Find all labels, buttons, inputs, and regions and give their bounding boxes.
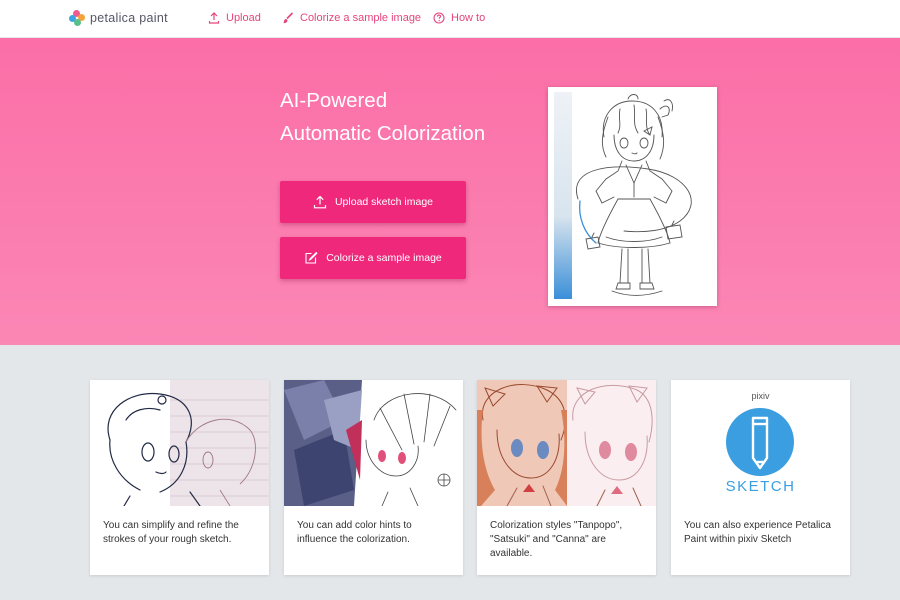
- pixiv-label: pixiv: [751, 391, 770, 401]
- feature-text-pixiv-sketch: You can also experience Petalica Paint w…: [684, 520, 831, 545]
- upload-sketch-label: Upload sketch image: [334, 196, 434, 208]
- feature-image-styles: [477, 380, 656, 506]
- nav-howto-link[interactable]: How to: [433, 10, 485, 26]
- help-circle-icon: [433, 12, 445, 24]
- color-hints-illustration: [284, 380, 463, 506]
- feature-text-simplify: You can simplify and refine the strokes …: [103, 520, 239, 545]
- hero-section: AI-Powered Automatic Colorization Upload…: [0, 38, 900, 345]
- sketch-illustration: [554, 92, 692, 299]
- nav-howto-label: How to: [451, 12, 486, 24]
- colorize-sample-button[interactable]: Colorize a sample image: [280, 237, 466, 279]
- logo-text: petalica paint: [90, 11, 168, 25]
- brush-icon: [283, 12, 294, 24]
- nav-upload-link[interactable]: Upload: [208, 10, 261, 26]
- feature-card-simplify[interactable]: You can simplify and refine the strokes …: [90, 380, 269, 575]
- feature-image-color-hints: [284, 380, 463, 506]
- petal-logo-icon: [69, 10, 85, 26]
- feature-text-styles: Colorization styles "Tanpopo", "Satsuki"…: [490, 520, 623, 559]
- upload-sketch-button[interactable]: Upload sketch image: [280, 181, 466, 223]
- hero-title: AI-Powered Automatic Colorization: [280, 84, 485, 150]
- pixiv-sketch-logo: pixiv SKETCH: [671, 380, 850, 506]
- hero-title-line1: AI-Powered: [280, 89, 388, 112]
- logo[interactable]: petalica paint: [69, 8, 168, 28]
- feature-text-color-hints: You can add color hints to influence the…: [297, 520, 412, 545]
- hero-title-line2: Automatic Colorization: [280, 122, 486, 145]
- colorize-sample-label: Colorize a sample image: [326, 252, 442, 264]
- feature-image-simplify: [90, 380, 269, 506]
- nav-upload-label: Upload: [226, 12, 261, 24]
- upload-icon: [208, 12, 220, 24]
- feature-card-color-hints[interactable]: You can add color hints to influence the…: [284, 380, 463, 575]
- feature-card-styles[interactable]: Colorization styles "Tanpopo", "Satsuki"…: [477, 380, 656, 575]
- sketch-label: SKETCH: [725, 478, 796, 495]
- feature-card-pixiv-sketch[interactable]: pixiv SKETCH You can also experience Pet…: [671, 380, 850, 575]
- colorization-styles-illustration: [477, 380, 656, 506]
- sample-sketch-preview: [548, 87, 717, 306]
- nav-colorize-sample-link[interactable]: Colorize a sample image: [282, 10, 421, 26]
- edit-icon: [305, 251, 318, 264]
- upload-icon: [313, 195, 327, 209]
- rough-sketch-illustration: [90, 380, 269, 506]
- top-navbar: petalica paint Upload Colorize a sample …: [0, 0, 900, 38]
- nav-colorize-label: Colorize a sample image: [300, 12, 422, 24]
